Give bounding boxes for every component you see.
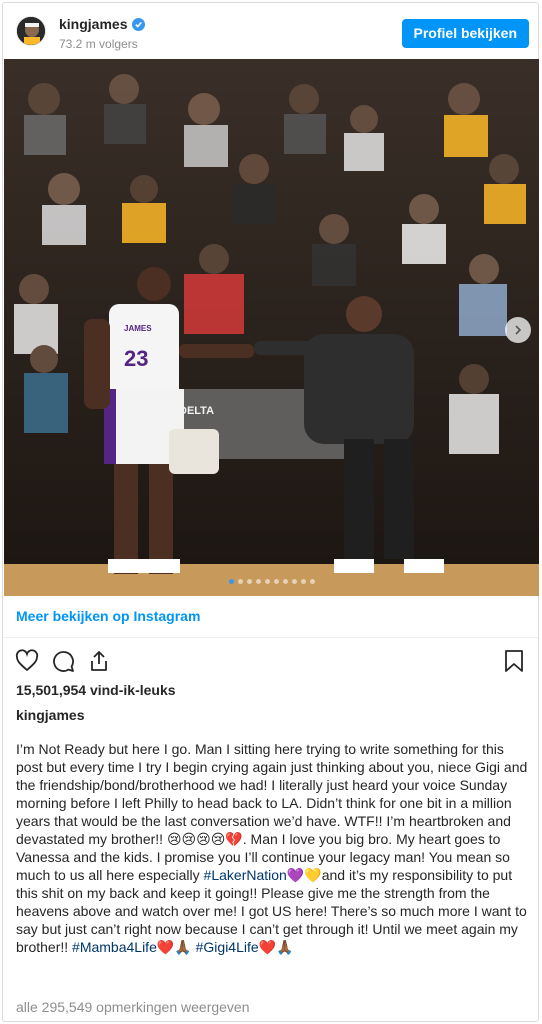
carousel-dot [264, 579, 270, 584]
comment-icon[interactable] [50, 648, 76, 674]
carousel-dot [282, 579, 288, 584]
jersey-name: JAMES [124, 324, 152, 333]
carousel-dot [246, 579, 252, 584]
hashtag-link[interactable]: #LakerNation [204, 867, 287, 883]
profile-avatar[interactable] [16, 16, 46, 46]
share-icon[interactable] [86, 648, 112, 674]
view-more-on-instagram-link[interactable]: Meer bekijken op Instagram [16, 608, 200, 624]
carousel-dot [273, 579, 279, 584]
carousel-next-button[interactable] [505, 317, 531, 343]
action-bar [14, 648, 112, 674]
follower-count: 73.2 m volgers [59, 37, 138, 51]
chevron-right-icon [515, 325, 522, 335]
view-profile-button[interactable]: Profiel bekijken [401, 19, 529, 48]
carousel-dot [237, 579, 243, 584]
username[interactable]: kingjames [59, 16, 127, 32]
hashtag-link[interactable]: #Mamba4Life [72, 939, 157, 955]
carousel-dots [4, 579, 539, 584]
jersey-number: 23 [124, 346, 148, 371]
view-all-comments-link[interactable]: alle 295,549 opmerkingen weergeven [16, 999, 250, 1015]
divider [3, 637, 538, 638]
carousel-dot [255, 579, 261, 584]
like-count[interactable]: 15,501,954 vind-ik-leuks [16, 682, 176, 698]
verified-badge-icon [132, 17, 146, 31]
caption-username[interactable]: kingjames [16, 707, 84, 723]
carousel-dot [309, 579, 315, 584]
caption-text: ❤️🙏🏾 [156, 939, 196, 955]
carousel-dot [291, 579, 297, 584]
caption-text: I’m Not Ready but here I go. Man I sitti… [16, 741, 528, 883]
caption-text: ❤️🙏🏾 [258, 939, 294, 955]
post-header: kingjames 73.2 m volgers Profiel bekijke… [3, 3, 538, 59]
post-photo[interactable]: DELTA 23 JAMES [4, 59, 539, 596]
carousel-dot [228, 579, 234, 584]
bookmark-icon[interactable] [501, 648, 527, 674]
delta-sign-text: DELTA [179, 405, 214, 417]
instagram-embed-card: kingjames 73.2 m volgers Profiel bekijke… [2, 2, 539, 1022]
post-caption: I’m Not Ready but here I go. Man I sitti… [16, 740, 528, 956]
username-row: kingjames [59, 16, 146, 32]
hashtag-link[interactable]: #Gigi4Life [196, 939, 259, 955]
heart-icon[interactable] [14, 648, 40, 674]
carousel-dot [300, 579, 306, 584]
